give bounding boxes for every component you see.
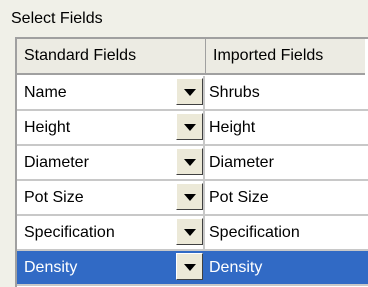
chevron-down-icon — [184, 264, 196, 271]
imported-field-cell[interactable]: Height — [205, 111, 368, 144]
standard-field-value: Density — [24, 259, 78, 276]
chevron-down-icon — [184, 229, 196, 236]
imported-field-cell[interactable]: Diameter — [205, 146, 368, 179]
imported-field-value: Shrubs — [209, 84, 260, 101]
imported-field-cell[interactable]: Density — [205, 251, 368, 284]
dropdown-button[interactable] — [176, 78, 203, 105]
imported-field-cell[interactable]: Shrubs — [205, 76, 368, 109]
standard-field-value: Specification — [24, 224, 115, 241]
field-mapping-grid: Standard Fields Imported Fields Name Shr… — [15, 37, 368, 287]
grid-rows: Name Shrubs Height Height Diameter Diame… — [17, 76, 368, 286]
column-header-standard-fields[interactable]: Standard Fields — [17, 39, 206, 75]
imported-field-cell[interactable]: Pot Size — [205, 181, 368, 214]
standard-field-cell[interactable]: Specification — [17, 216, 205, 249]
table-row[interactable]: Diameter Diameter — [17, 146, 368, 181]
dropdown-button[interactable] — [176, 183, 203, 210]
standard-field-cell[interactable]: Name — [17, 76, 205, 109]
dropdown-button[interactable] — [176, 218, 203, 245]
table-row[interactable]: Height Height — [17, 111, 368, 146]
table-row-selected[interactable]: Density Density — [17, 251, 368, 286]
standard-field-value: Name — [24, 84, 67, 101]
chevron-down-icon — [184, 194, 196, 201]
imported-field-cell[interactable]: Specification — [205, 216, 368, 249]
standard-field-value: Pot Size — [24, 189, 84, 206]
column-header-imported-fields[interactable]: Imported Fields — [206, 39, 365, 75]
table-row[interactable]: Specification Specification — [17, 216, 368, 251]
dropdown-button[interactable] — [176, 253, 203, 280]
chevron-down-icon — [184, 159, 196, 166]
standard-field-cell[interactable]: Height — [17, 111, 205, 144]
standard-field-value: Height — [24, 119, 71, 136]
standard-field-cell[interactable]: Diameter — [17, 146, 205, 179]
panel-title: Select Fields — [11, 10, 103, 27]
select-fields-panel: Select Fields Standard Fields Imported F… — [0, 0, 368, 287]
imported-field-value: Height — [209, 119, 256, 136]
imported-field-value: Diameter — [209, 154, 274, 171]
dropdown-button[interactable] — [176, 113, 203, 140]
chevron-down-icon — [184, 89, 196, 96]
standard-field-cell[interactable]: Pot Size — [17, 181, 205, 214]
standard-field-cell[interactable]: Density — [17, 251, 205, 284]
imported-field-value: Pot Size — [209, 189, 269, 206]
table-row[interactable]: Pot Size Pot Size — [17, 181, 368, 216]
imported-field-value: Density — [209, 259, 263, 276]
table-row[interactable]: Name Shrubs — [17, 76, 368, 111]
grid-header: Standard Fields Imported Fields — [17, 39, 368, 75]
standard-field-value: Diameter — [24, 154, 89, 171]
imported-field-value: Specification — [209, 224, 300, 241]
chevron-down-icon — [184, 124, 196, 131]
dropdown-button[interactable] — [176, 148, 203, 175]
